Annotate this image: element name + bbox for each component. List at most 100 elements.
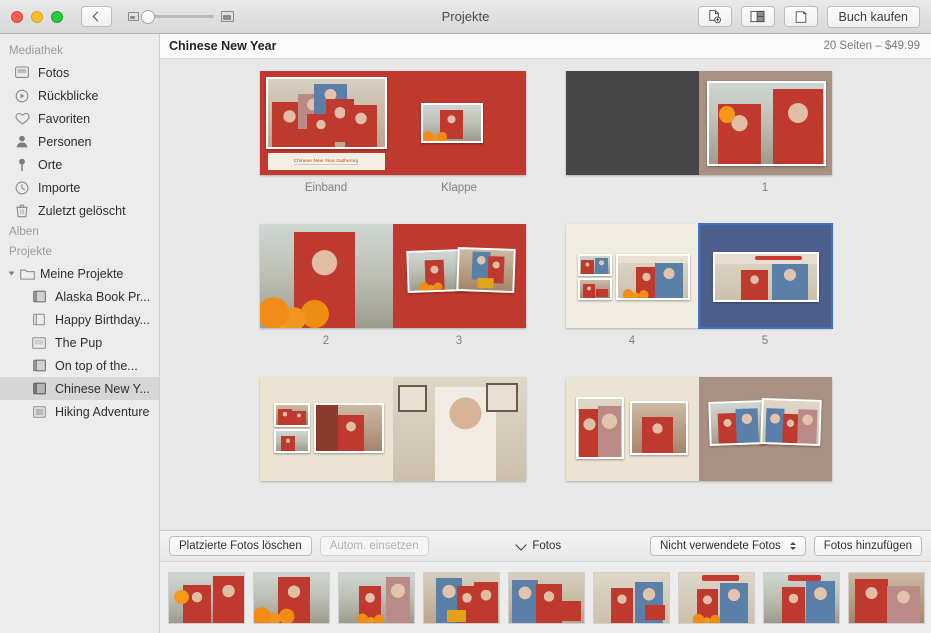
- filmstrip-thumb-9[interactable]: [848, 572, 925, 624]
- sidebar-item-meine-projekte[interactable]: Meine Projekte: [0, 262, 159, 285]
- sidebar-item-rueckblicke[interactable]: Rückblicke: [0, 84, 159, 107]
- sidebar-item-label: On top of the...: [55, 359, 138, 373]
- minimize-button[interactable]: [31, 11, 43, 23]
- main-content: Chinese New Year 20 Seiten – $49.99: [160, 34, 931, 633]
- page-6-photo-2[interactable]: [274, 429, 310, 453]
- add-photos-button[interactable]: Fotos hinzufügen: [814, 536, 922, 556]
- sidebar-item-favoriten[interactable]: Favoriten: [0, 107, 159, 130]
- page-3-photo-2[interactable]: [456, 247, 516, 293]
- autofill-button[interactable]: Autom. einsetzen: [320, 536, 429, 556]
- page-4-5-spread[interactable]: 4 5: [566, 224, 832, 347]
- page-3[interactable]: [393, 224, 526, 328]
- sidebar-item-zuletzt-geloescht[interactable]: Zuletzt gelöscht: [0, 199, 159, 222]
- cover-left-label: Einband: [260, 182, 393, 194]
- cover-labels: Einband Klappe: [260, 182, 526, 194]
- filmstrip-thumb-1[interactable]: [168, 572, 245, 624]
- page-9[interactable]: [699, 377, 832, 481]
- cover-photo[interactable]: [266, 77, 387, 149]
- page-6-7-spread-pages[interactable]: [260, 377, 526, 481]
- bottom-toolbar-right: Nicht verwendete Fotos Fotos hinzufügen: [650, 536, 922, 556]
- page-2-3-spread-pages[interactable]: [260, 224, 526, 328]
- clear-placed-photos-button[interactable]: Platzierte Fotos löschen: [169, 536, 312, 556]
- preview-button[interactable]: [784, 6, 818, 27]
- sidebar-item-happy-birthday[interactable]: Happy Birthday...: [0, 308, 159, 331]
- sidebar-section-projekte: Projekte: [0, 242, 159, 262]
- page-6-photo-3[interactable]: [314, 403, 384, 453]
- photo-filter-popup[interactable]: Nicht verwendete Fotos: [650, 536, 806, 556]
- page-9-photo-2[interactable]: [760, 398, 822, 446]
- page-8-photo-2[interactable]: [630, 401, 688, 455]
- page-7[interactable]: [393, 377, 526, 481]
- page-4-5-spread-pages[interactable]: [566, 224, 832, 328]
- page-title: Chinese New Year: [169, 39, 276, 53]
- chevron-down-icon: [516, 539, 527, 550]
- flap-photo[interactable]: [421, 103, 483, 143]
- photos-panel-toggle[interactable]: Fotos: [517, 540, 561, 552]
- filmstrip-thumb-5[interactable]: [508, 572, 585, 624]
- sidebar-item-alaska-book[interactable]: Alaska Book Pr...: [0, 285, 159, 308]
- cover-caption[interactable]: Chinese New Year Gathering: [268, 153, 385, 170]
- sidebar-item-label: Happy Birthday...: [55, 313, 150, 327]
- page-8-9-spread-pages[interactable]: [566, 377, 832, 481]
- add-page-button[interactable]: [698, 6, 732, 27]
- sidebar-item-personen[interactable]: Personen: [0, 130, 159, 153]
- filmstrip-thumb-7[interactable]: [678, 572, 755, 624]
- page-4[interactable]: [566, 224, 699, 328]
- sidebar-item-label: Alaska Book Pr...: [55, 290, 150, 304]
- close-button[interactable]: [11, 11, 23, 23]
- page-2-photo[interactable]: [260, 224, 393, 328]
- page-4-photo-1[interactable]: [578, 254, 612, 276]
- zoom-slider-knob[interactable]: [141, 10, 155, 24]
- page-9-photo-1[interactable]: [708, 400, 766, 446]
- page-5[interactable]: [699, 224, 832, 328]
- page-blank-left[interactable]: [566, 71, 699, 175]
- page-7-photo[interactable]: [393, 377, 526, 481]
- cover-spread[interactable]: Chinese New Year Gathering: [260, 71, 526, 194]
- page-1-spread[interactable]: 1: [566, 71, 832, 194]
- filmstrip-thumb-8[interactable]: [763, 572, 840, 624]
- page-2-3-spread[interactable]: 2 3: [260, 224, 526, 347]
- filmstrip-thumb-2[interactable]: [253, 572, 330, 624]
- buy-book-button[interactable]: Buch kaufen: [827, 6, 921, 28]
- sidebar-item-hiking-adventure[interactable]: Hiking Adventure: [0, 400, 159, 423]
- sidebar-item-on-top-of-the[interactable]: On top of the...: [0, 354, 159, 377]
- filmstrip-thumb-4[interactable]: [423, 572, 500, 624]
- cover-front-page[interactable]: Chinese New Year Gathering: [260, 71, 393, 175]
- disclosure-triangle-icon[interactable]: [9, 271, 15, 276]
- spread-canvas[interactable]: Chinese New Year Gathering: [160, 59, 931, 530]
- page-1-photo[interactable]: [707, 81, 826, 166]
- page-4-photo-2[interactable]: [578, 278, 612, 300]
- filmstrip-thumb-6[interactable]: [593, 572, 670, 624]
- page-2[interactable]: [260, 224, 393, 328]
- sidebar-item-the-pup[interactable]: The Pup: [0, 331, 159, 354]
- sidebar-item-orte[interactable]: Orte: [0, 153, 159, 176]
- window-titlebar: Projekte: [0, 0, 931, 34]
- zoom-slider-track[interactable]: [146, 15, 214, 18]
- page-8-photo-1[interactable]: [576, 397, 624, 459]
- page-6-photo-1[interactable]: [274, 403, 310, 427]
- photo-filmstrip[interactable]: [160, 561, 931, 633]
- page-8-9-spread[interactable]: [566, 377, 832, 481]
- sidebar-item-chinese-new-year[interactable]: Chinese New Y...: [0, 377, 159, 400]
- zoom-button[interactable]: [51, 11, 63, 23]
- page-6[interactable]: [260, 377, 393, 481]
- cover-flap-page[interactable]: [393, 71, 526, 175]
- large-photo-icon: [221, 11, 234, 22]
- spread-row-2: 2 3: [160, 224, 931, 347]
- page-4-photo-3[interactable]: [616, 254, 690, 300]
- cover-spread-pages[interactable]: Chinese New Year Gathering: [260, 71, 526, 175]
- folder-icon: [19, 266, 35, 281]
- sidebar-item-label: The Pup: [55, 336, 102, 350]
- sidebar-item-fotos[interactable]: Fotos: [0, 61, 159, 84]
- page-8[interactable]: [566, 377, 699, 481]
- zoom-slider[interactable]: [128, 11, 234, 22]
- page-5-photo[interactable]: [713, 252, 819, 302]
- page-1-spread-pages[interactable]: [566, 71, 832, 175]
- back-button[interactable]: [81, 6, 112, 27]
- page-1[interactable]: [699, 71, 832, 175]
- layout-button[interactable]: [741, 6, 775, 27]
- cover-caption-text: Chinese New Year Gathering: [294, 158, 358, 165]
- filmstrip-thumb-3[interactable]: [338, 572, 415, 624]
- page-6-7-spread[interactable]: [260, 377, 526, 481]
- sidebar-item-importe[interactable]: Importe: [0, 176, 159, 199]
